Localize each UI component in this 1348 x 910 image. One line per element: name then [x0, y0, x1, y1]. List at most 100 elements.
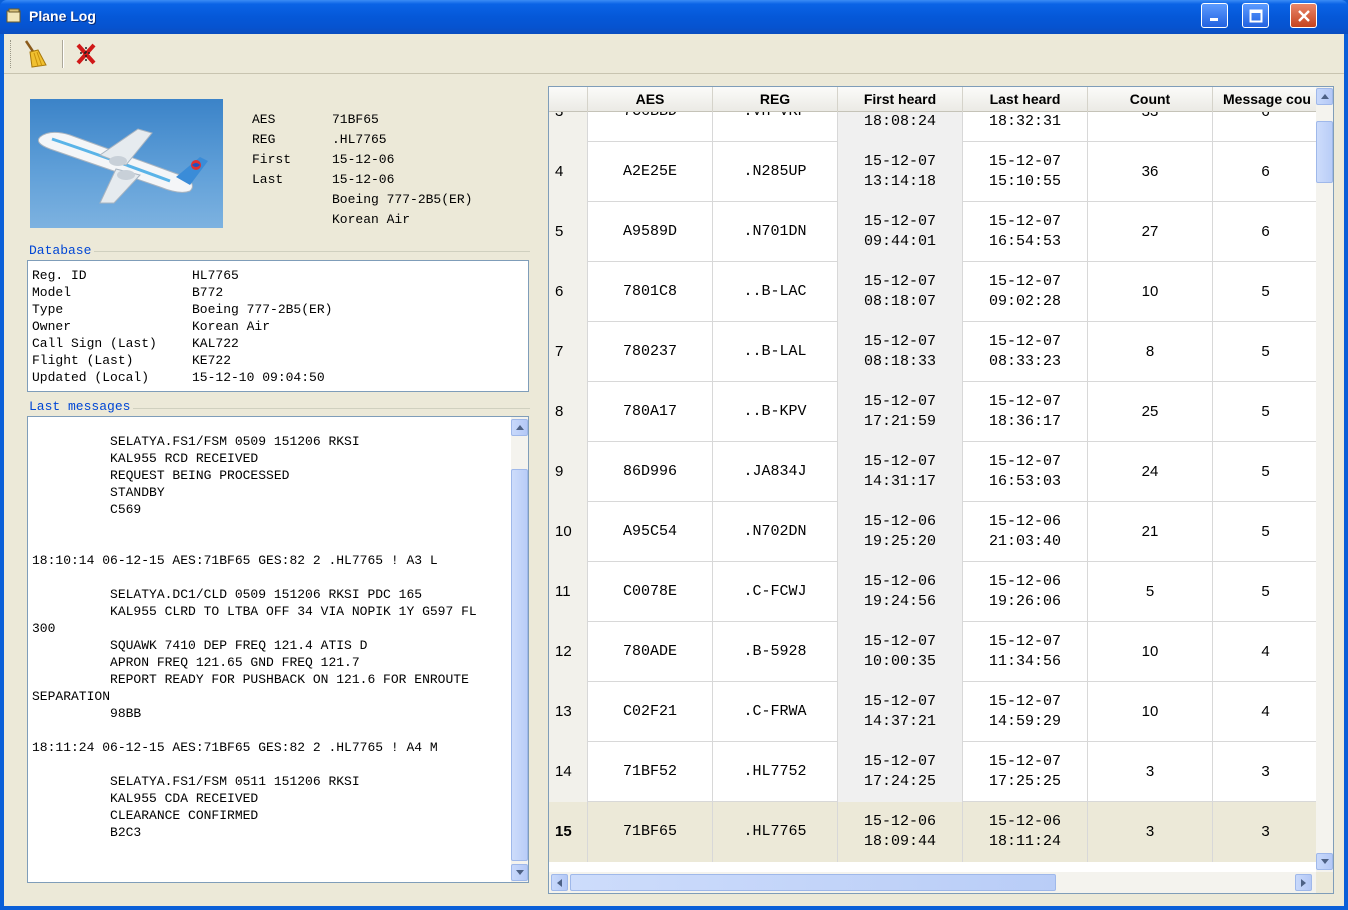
message-line: 18:11:24 06-12-15 AES:71BF65 GES:82 2 .H… — [32, 740, 438, 755]
last-heard-time: 18:36:17 — [988, 413, 1061, 430]
first-heard-value: 15-12-07 17:21:59 — [864, 392, 936, 432]
column-header-rownum[interactable] — [549, 87, 588, 112]
message-line: 18:10:14 06-12-15 AES:71BF65 GES:82 2 .H… — [32, 553, 438, 568]
stop-button[interactable] — [70, 38, 102, 70]
table-row[interactable]: 8 780A17 ..B-KPV 15-12-07 17:21:59 15-12-07 18… — [549, 382, 1318, 442]
table-row[interactable]: 4 A2E25E .N285UP 15-12-07 13:14:18 15-12-07 15… — [549, 142, 1318, 202]
column-header-message-count[interactable]: Message cou — [1213, 87, 1318, 112]
first-heard-time: 08:18:33 — [863, 353, 936, 370]
window-title: Plane Log — [29, 8, 96, 24]
table-row[interactable]: 5 A9589D .N701DN 15-12-07 09:44:01 15-12-07 16… — [549, 202, 1318, 262]
cell-last-heard: 15-12-07 09:02:28 — [963, 262, 1088, 322]
table-row[interactable]: 10 A95C54 .N702DN 15-12-06 19:25:20 15-12-06 2… — [549, 502, 1318, 562]
database-value: KAL722 — [192, 336, 239, 351]
aes-value: A9589D — [622, 223, 677, 240]
cell-message-count: 4 — [1213, 682, 1318, 742]
cell-last-heard: 15-12-06 21:03:40 — [963, 502, 1088, 562]
minimize-button[interactable] — [1201, 3, 1228, 28]
cell-first-heard: 15-12-07 08:18:07 — [838, 262, 963, 322]
count-value: 5 — [1145, 583, 1155, 600]
aes-value: A2E25E — [622, 163, 677, 180]
database-details: Reg. ID HL7765 Model B772 Type Boeing 777-2B5… — [27, 260, 529, 392]
cell-first-heard: 15-12-07 13:14:18 — [838, 142, 963, 202]
table-row[interactable]: 9 86D996 .JA834J 15-12-07 14:31:17 15-12-07 16… — [549, 442, 1318, 502]
messages-scroll-down-button[interactable] — [511, 864, 528, 881]
close-icon — [1297, 9, 1310, 22]
cell-first-heard: 15-12-07 17:24:25 — [838, 742, 963, 802]
column-header-count[interactable]: Count — [1088, 87, 1213, 112]
count-value: 3 — [1145, 823, 1155, 840]
last-heard-value: 15-12-07 18:36:17 — [989, 392, 1061, 432]
cell-message-count: 5 — [1213, 562, 1318, 622]
last-heard-value: 15-12-07 14:59:29 — [989, 692, 1061, 732]
count-value: 10 — [1141, 703, 1159, 720]
cell-last-heard: 15-12-07 11:34:56 — [963, 622, 1088, 682]
message-line — [32, 569, 507, 586]
row-number: 14 — [555, 763, 572, 780]
table-row[interactable]: 3 7C6BBD .VH-VKF 15-12-0618:08:24 15-12-0718… — [549, 112, 1318, 142]
plane-log-table[interactable]: AES REG First heard Last heard Count Message … — [548, 86, 1334, 894]
messages-scroll-thumb[interactable] — [511, 469, 528, 861]
messages-scroll-up-button[interactable] — [511, 419, 528, 436]
cell-aes: 780A17 — [588, 382, 713, 442]
maximize-button[interactable] — [1242, 3, 1269, 28]
close-button[interactable] — [1290, 3, 1317, 28]
cell-rownum: 13 — [549, 682, 588, 742]
messages-text: SELATYA.FS1/FSM 0509 151206 RKSI KAL955 … — [32, 433, 507, 841]
table-scroll-up-button[interactable] — [1316, 88, 1333, 105]
column-header-first-heard[interactable]: First heard — [838, 87, 963, 112]
cell-count: 3 — [1088, 742, 1213, 802]
message-count-value: 5 — [1261, 583, 1270, 600]
table-vertical-scrollbar[interactable] — [1316, 87, 1333, 872]
first-heard-value: 15-12-07 08:18:33 — [864, 332, 936, 372]
table-hscroll-thumb[interactable] — [570, 874, 1056, 891]
first-heard-date: 15-12-07 — [863, 273, 936, 290]
cell-rownum: 14 — [549, 742, 588, 802]
table-row[interactable]: 14 71BF52 .HL7752 15-12-07 17:24:25 15-12-07 1… — [549, 742, 1318, 802]
message-line: SELATYA.DC1/CLD 0509 151206 RKSI PDC 165 — [32, 587, 423, 602]
column-header-last-heard[interactable]: Last heard — [963, 87, 1088, 112]
column-header-reg[interactable]: REG — [713, 87, 838, 112]
cell-reg: .HL7765 — [713, 802, 838, 862]
messages-vertical-scrollbar[interactable] — [511, 417, 528, 882]
last-messages-textarea[interactable]: SELATYA.FS1/FSM 0509 151206 RKSI KAL955 … — [27, 416, 529, 883]
table-scroll-down-button[interactable] — [1316, 853, 1333, 870]
column-header-aes[interactable]: AES — [588, 87, 713, 112]
table-horizontal-scrollbar[interactable] — [549, 872, 1316, 893]
first-heard-value: 15-12-0618:08:24 — [864, 112, 936, 132]
message-count-value: 5 — [1261, 463, 1270, 480]
database-row: Type Boeing 777-2B5(ER) — [32, 301, 528, 318]
arrow-down-icon — [1320, 859, 1329, 864]
row-number: 13 — [555, 703, 572, 720]
message-line: CLEARANCE CONFIRMED — [32, 808, 259, 823]
first-heard-date: 15-12-07 — [863, 213, 936, 230]
message-line — [32, 518, 507, 535]
reg-value: ..B-LAC — [743, 283, 807, 300]
message-count-value: 6 — [1261, 223, 1270, 240]
toolbar-grip[interactable] — [10, 40, 13, 68]
clear-button[interactable] — [18, 38, 50, 70]
database-row: Reg. ID HL7765 — [32, 267, 528, 284]
first-heard-value: 15-12-06 19:24:56 — [864, 572, 936, 612]
last-heard-value: 15-12-07 15:10:55 — [989, 152, 1061, 192]
table-row[interactable]: 13 C02F21 .C-FRWA 15-12-07 14:37:21 15-12-07 1… — [549, 682, 1318, 742]
cell-message-count: 6 — [1213, 202, 1318, 262]
reg-value: .HL7765 — [743, 823, 807, 840]
last-heard-time: 11:34:56 — [988, 653, 1061, 670]
table-scroll-left-button[interactable] — [551, 874, 568, 891]
table-row[interactable]: 7 780237 ..B-LAL 15-12-07 08:18:33 15-12-07 08… — [549, 322, 1318, 382]
summary-key — [252, 190, 332, 210]
first-heard-time: 18:08:24 — [863, 113, 936, 130]
table-vscroll-thumb[interactable] — [1316, 121, 1333, 183]
table-scroll-right-button[interactable] — [1295, 874, 1312, 891]
table-row[interactable]: 12 780ADE .B-5928 15-12-07 10:00:35 15-12-07 1… — [549, 622, 1318, 682]
cell-count: 21 — [1088, 502, 1213, 562]
database-row: Flight (Last) KE722 — [32, 352, 528, 369]
cell-aes: A2E25E — [588, 142, 713, 202]
aes-value: 86D996 — [622, 463, 677, 480]
table-row[interactable]: 15 71BF65 .HL7765 15-12-06 18:09:44 15-12-06 1… — [549, 802, 1318, 862]
table-row[interactable]: 6 7801C8 ..B-LAC 15-12-07 08:18:07 15-12-07 09… — [549, 262, 1318, 322]
cell-rownum: 11 — [549, 562, 588, 622]
cell-count: 27 — [1088, 202, 1213, 262]
table-row[interactable]: 11 C0078E .C-FCWJ 15-12-06 19:24:56 15-12-06 1… — [549, 562, 1318, 622]
